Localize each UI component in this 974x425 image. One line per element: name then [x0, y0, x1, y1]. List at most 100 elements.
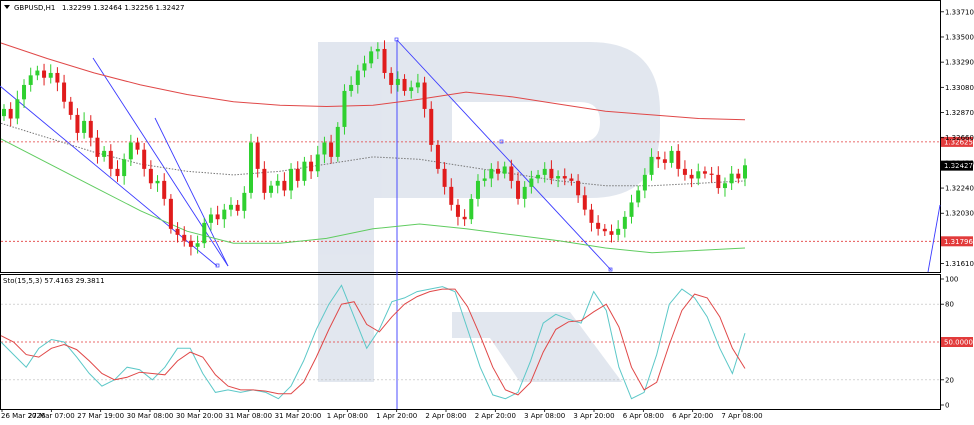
- candle-body: [469, 198, 474, 220]
- stochastic-header: Sto(15,5,3) 57.4163 29.3811: [3, 277, 105, 285]
- candle-body: [475, 180, 480, 199]
- candle-body: [182, 234, 187, 241]
- candle-body: [369, 51, 374, 64]
- stochastic-tick-label: 20: [945, 376, 954, 384]
- candle-body: [188, 240, 193, 247]
- candle-body: [108, 150, 113, 169]
- time-tick-label: 2 Apr 20:00: [475, 412, 516, 420]
- candle-body: [102, 150, 107, 157]
- stochastic-tick-label: 0: [945, 402, 949, 410]
- price-tick-label: 1.32660: [945, 134, 974, 142]
- support-level-label: 1.31796: [944, 238, 973, 246]
- candle-body: [582, 195, 587, 210]
- candle-body: [175, 228, 180, 235]
- candle-body: [596, 222, 601, 229]
- time-tick-label: 1 Apr 08:00: [327, 412, 368, 420]
- candle-body: [242, 192, 247, 211]
- candle-body: [529, 178, 534, 187]
- ohlc-label: 1.32299 1.32464 1.32256 1.32427: [62, 4, 184, 12]
- candle-body: [509, 166, 514, 181]
- candle-body: [295, 168, 300, 181]
- candle-body: [549, 168, 554, 179]
- candle-body: [342, 90, 347, 127]
- candle-body: [536, 174, 541, 179]
- candle-body: [202, 222, 207, 244]
- candle-body: [642, 174, 647, 191]
- candle-body: [402, 78, 407, 91]
- candle-body: [422, 82, 427, 109]
- time-tick-label: 30 Mar 20:00: [176, 412, 223, 420]
- candle-body: [168, 198, 173, 229]
- candle-body: [55, 72, 60, 83]
- candle-body: [676, 150, 681, 169]
- price-tick-label: 1.31610: [945, 260, 974, 268]
- candle-body: [482, 178, 487, 181]
- candle-body: [15, 99, 20, 119]
- price-tick-label: 1.33290: [945, 59, 974, 67]
- candle-body: [455, 204, 460, 217]
- candle-body: [729, 173, 734, 184]
- candle-body: [602, 228, 607, 232]
- candle-body: [82, 120, 87, 133]
- candle-body: [155, 180, 160, 184]
- candle-body: [489, 168, 494, 179]
- stochastic-tick-label: 80: [945, 301, 954, 309]
- candle-body: [743, 165, 747, 179]
- candle-body: [48, 72, 53, 78]
- candle-body: [208, 214, 213, 223]
- candle-body: [195, 243, 200, 247]
- candle-body: [636, 190, 641, 203]
- candle-body: [122, 159, 127, 177]
- candle-body: [42, 70, 47, 78]
- time-tick-label: 6 Apr 08:00: [623, 412, 664, 420]
- candle-body: [395, 78, 400, 85]
- candle-body: [329, 142, 334, 157]
- candle-body: [435, 144, 440, 169]
- candle-body: [382, 48, 387, 73]
- time-tick-label: 1 Apr 20:00: [376, 412, 417, 420]
- candle-body: [262, 168, 267, 193]
- candle-body: [162, 180, 167, 199]
- candle-body: [449, 186, 454, 205]
- candle-body: [215, 214, 220, 220]
- candle-body: [375, 48, 380, 52]
- candle-body: [269, 185, 274, 193]
- candle-body: [315, 154, 320, 172]
- candle-body: [589, 209, 594, 223]
- candle-body: [429, 108, 434, 145]
- candle-body: [415, 82, 420, 88]
- time-tick-label: 30 Mar 08:00: [127, 412, 174, 420]
- candle-body: [389, 72, 394, 85]
- candle-body: [275, 180, 280, 186]
- candle-body: [442, 168, 447, 187]
- time-tick-label: 31 Mar 20:00: [275, 412, 322, 420]
- time-tick-label: 3 Apr 08:00: [524, 412, 565, 420]
- candle-body: [689, 174, 694, 179]
- time-tick-label: 6 Apr 20:00: [672, 412, 713, 420]
- stochastic-tick-label: 100: [945, 276, 958, 284]
- candle-body: [622, 216, 627, 229]
- candle-body: [22, 84, 27, 100]
- candle-body: [576, 180, 581, 196]
- candle-body: [222, 209, 227, 220]
- candle-body: [135, 142, 140, 150]
- candle-body: [722, 183, 727, 189]
- time-tick-label: 2 Apr 08:00: [425, 412, 466, 420]
- candle-body: [255, 142, 260, 169]
- candle-body: [62, 82, 67, 102]
- price-pane-frame: [0, 0, 941, 273]
- gbpusd-h1-chart: GBPUSD,H1 1.32299 1.32464 1.32256 1.3242…: [0, 0, 974, 421]
- candle-body: [362, 63, 367, 71]
- price-tick-label: 1.33080: [945, 84, 974, 92]
- chevron-down-icon[interactable]: [4, 5, 10, 9]
- candle-body: [249, 142, 253, 193]
- candle-body: [148, 168, 153, 184]
- price-tick-label: 1.33710: [945, 8, 974, 16]
- candle-body: [609, 231, 614, 235]
- candle-body: [542, 168, 547, 175]
- candle-body: [28, 75, 33, 85]
- time-tick-label: 27 Mar 07:00: [28, 412, 75, 420]
- candle-body: [562, 176, 567, 179]
- price-tick-label: 1.32450: [945, 159, 974, 167]
- candle-body: [322, 142, 327, 155]
